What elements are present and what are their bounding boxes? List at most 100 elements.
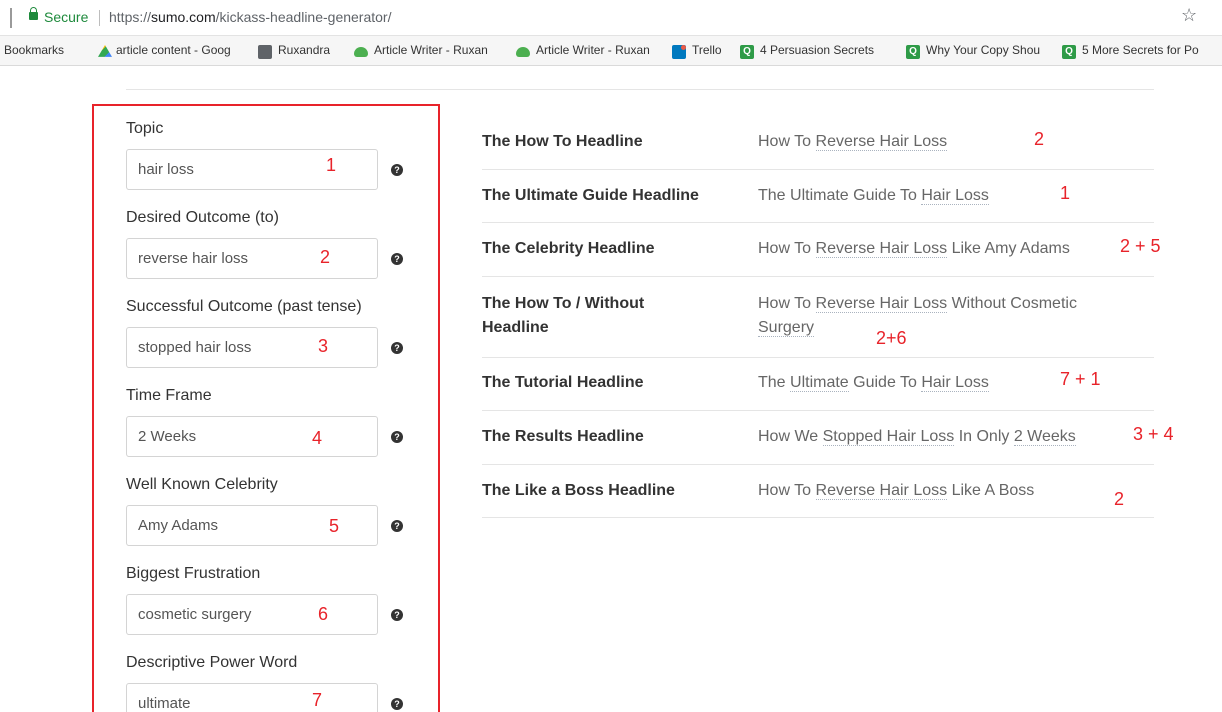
help-icon[interactable]: ? — [391, 609, 403, 621]
field-label-time-frame: Time Frame — [126, 387, 212, 404]
annotation-number: 2 — [1114, 489, 1125, 509]
bookmark-item[interactable]: Why Your Copy Shou — [926, 43, 1058, 57]
bookmark-item[interactable]: 5 More Secrets for Po — [1082, 43, 1222, 57]
cloud-icon — [354, 47, 368, 57]
q-icon: Q — [1062, 45, 1076, 59]
field-label-successful-outcome: Successful Outcome (past tense) — [126, 298, 362, 315]
help-icon[interactable]: ? — [391, 253, 403, 265]
headline-type: The Ultimate Guide Headline — [482, 187, 699, 204]
help-icon[interactable]: ? — [391, 698, 403, 710]
help-icon[interactable]: ? — [391, 164, 403, 176]
headline-text: In Only — [954, 428, 1014, 445]
tab-edge — [10, 8, 12, 28]
headline-type: The Celebrity Headline — [482, 240, 655, 257]
folder-icon — [258, 45, 272, 59]
annotation-number: 3 — [318, 336, 329, 356]
row-divider — [482, 276, 1154, 277]
field-label-power-word: Descriptive Power Word — [126, 654, 298, 671]
row-divider — [482, 169, 1154, 170]
headline-variable: Ultimate — [790, 374, 849, 392]
headline-text: Without Cosmetic — [947, 295, 1077, 312]
cloud-icon — [516, 47, 530, 57]
headline-type: The Tutorial Headline — [482, 374, 644, 391]
bookmark-item[interactable]: article content - Goog — [116, 43, 252, 57]
headline-result: How To Reverse Hair Loss Like A Boss — [758, 479, 1138, 503]
help-icon[interactable]: ? — [391, 342, 403, 354]
headline-variable: Stopped Hair Loss — [822, 428, 955, 446]
headline-variable: Reverse Hair Loss — [815, 482, 948, 500]
row-divider — [482, 357, 1154, 358]
url-scheme: https:// — [109, 9, 152, 25]
annotation-number: 3 + 4 — [1133, 424, 1174, 444]
row-divider — [482, 517, 1154, 518]
divider — [126, 89, 1154, 90]
annotation-number: 1 — [1060, 183, 1071, 203]
topic-input[interactable] — [126, 149, 378, 190]
headline-type: The Results Headline — [482, 428, 644, 445]
annotation-number: 4 — [312, 428, 323, 448]
headline-text: How To — [758, 240, 816, 257]
headline-variable: Reverse Hair Loss — [815, 133, 948, 151]
url-text[interactable]: https://sumo.com/kickass-headline-genera… — [109, 9, 391, 25]
annotation-number: 5 — [329, 516, 340, 536]
headline-type: The Like a Boss Headline — [482, 482, 675, 499]
url-path: /kickass-headline-generator/ — [215, 9, 392, 25]
bookmarks-label[interactable]: Bookmarks — [4, 43, 64, 57]
annotation-number: 2+6 — [876, 328, 907, 348]
headline-result: How To Reverse Hair Loss Like Amy Adams — [758, 237, 1118, 261]
headline-text: How To — [758, 133, 816, 150]
annotation-number: 2 — [1034, 129, 1045, 149]
headline-type: The How To / Without Headline — [482, 295, 645, 336]
annotation-number: 2 + 5 — [1120, 236, 1161, 256]
row-divider — [482, 464, 1154, 465]
url-host: sumo.com — [151, 9, 216, 25]
headline-variable: Hair Loss — [921, 374, 989, 392]
headline-text: How We — [758, 428, 823, 445]
biggest-frustration-input[interactable] — [126, 594, 378, 635]
row-divider — [482, 222, 1154, 223]
headline-variable: Reverse Hair Loss — [815, 295, 948, 313]
annotation-number: 6 — [318, 604, 329, 624]
q-icon: Q — [740, 45, 754, 59]
annotation-number: 7 + 1 — [1060, 369, 1101, 389]
headline-type: The How To Headline — [482, 133, 643, 150]
trello-icon — [672, 45, 686, 59]
power-word-input[interactable] — [126, 683, 378, 712]
headline-text: Like Amy Adams — [947, 240, 1070, 257]
row-divider — [482, 410, 1154, 411]
headline-result: How To Reverse Hair Loss Without Cosmeti… — [758, 292, 1128, 340]
headline-text: Like A Boss — [947, 482, 1035, 499]
headline-variable: Surgery — [758, 319, 815, 337]
lock-icon — [29, 7, 38, 20]
address-separator — [99, 10, 100, 26]
bookmark-item[interactable]: 4 Persuasion Secrets — [760, 43, 890, 57]
headline-text: The — [758, 374, 791, 391]
google-drive-icon — [98, 45, 112, 57]
address-bar[interactable]: Secure https://sumo.com/kickass-headline… — [0, 0, 1222, 36]
annotation-number: 1 — [326, 155, 337, 175]
bookmark-item[interactable]: Ruxandra — [278, 43, 330, 57]
headline-text: How To — [758, 482, 816, 499]
field-label-desired-outcome: Desired Outcome (to) — [126, 209, 279, 226]
headline-result: The Ultimate Guide To Hair Loss — [758, 184, 1138, 208]
bookmark-item[interactable]: Article Writer - Ruxan — [374, 43, 504, 57]
bookmark-star-icon[interactable]: ☆ — [1181, 5, 1197, 26]
bookmarks-bar: Bookmarks article content - Goog Ruxandr… — [0, 36, 1222, 66]
time-frame-input[interactable] — [126, 416, 378, 457]
successful-outcome-input[interactable] — [126, 327, 378, 368]
secure-label: Secure — [44, 9, 89, 25]
headline-result: How To Reverse Hair Loss — [758, 130, 1138, 154]
bookmark-item[interactable]: Article Writer - Ruxan — [536, 43, 666, 57]
headline-variable: Reverse Hair Loss — [815, 240, 948, 258]
annotation-number: 7 — [312, 690, 323, 710]
help-icon[interactable]: ? — [391, 431, 403, 443]
field-label-biggest-frustration: Biggest Frustration — [126, 565, 261, 582]
help-icon[interactable]: ? — [391, 520, 403, 532]
headline-result: How We Stopped Hair Loss In Only 2 Weeks — [758, 425, 1118, 449]
annotation-number: 2 — [320, 247, 331, 267]
headline-variable: 2 Weeks — [1013, 428, 1076, 446]
celebrity-input[interactable] — [126, 505, 378, 546]
desired-outcome-input[interactable] — [126, 238, 378, 279]
bookmark-item[interactable]: Trello — [692, 43, 722, 57]
headline-variable: Hair Loss — [921, 187, 989, 205]
